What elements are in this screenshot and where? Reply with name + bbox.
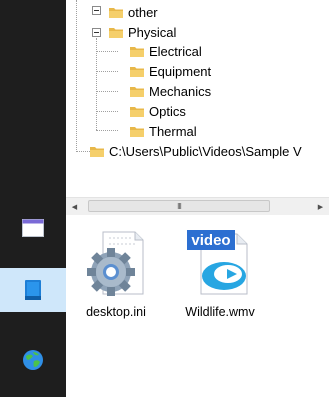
video-badge: video: [191, 232, 230, 249]
tree-item-physical[interactable]: Physical: [109, 22, 176, 42]
arrow-left-icon: ◀: [71, 203, 78, 211]
arrow-right-icon: ▶: [317, 203, 324, 211]
tree-item-mechanics[interactable]: Mechanics: [130, 81, 211, 101]
horizontal-scrollbar[interactable]: ◀ III ▶: [66, 197, 329, 215]
settings-file-icon: [87, 231, 144, 296]
video-file-icon: video: [187, 230, 248, 295]
tree-item-thermal[interactable]: Thermal: [130, 121, 197, 141]
scrollbar-thumb[interactable]: III: [88, 200, 270, 212]
taskbar-book-button[interactable]: [0, 268, 66, 312]
tree-guide-line: [96, 111, 118, 112]
tree-item-label: Mechanics: [149, 83, 212, 99]
tree-collapse-toggle[interactable]: [92, 6, 101, 15]
tree-item-other[interactable]: other: [109, 2, 158, 22]
folder-tree: other Physical Electrical Equipment Mech…: [66, 0, 329, 193]
tree-guide-line: [96, 91, 118, 92]
folder-icon: [130, 106, 144, 117]
scrollbar-grip: III: [177, 201, 182, 211]
tree-item-label: Electrical: [149, 43, 202, 59]
tree-item-equipment[interactable]: Equipment: [130, 61, 211, 81]
folder-icon: [130, 66, 144, 77]
tree-item-label: C:\Users\Public\Videos\Sample V: [109, 143, 302, 159]
file-item-wildlife-wmv[interactable]: video Wildlife.wmv: [174, 228, 266, 319]
tree-item-label: other: [128, 4, 158, 20]
tree-item-label: Physical: [128, 24, 177, 40]
tree-guide-line: [76, 0, 77, 152]
scroll-right-button[interactable]: ▶: [312, 198, 329, 215]
taskbar-browser-button[interactable]: [0, 338, 66, 382]
file-view: desktop.ini video Wildlife.wmv: [66, 216, 329, 397]
taskbar-window-button[interactable]: [0, 206, 66, 250]
tree-item-electrical[interactable]: Electrical: [130, 41, 202, 61]
folder-icon: [130, 126, 144, 137]
folder-icon: [90, 146, 104, 157]
scroll-left-button[interactable]: ◀: [66, 198, 83, 215]
tree-collapse-toggle[interactable]: [92, 28, 101, 37]
file-item-desktop-ini[interactable]: desktop.ini: [70, 228, 162, 319]
tree-item-label: Thermal: [149, 123, 197, 139]
book-icon: [25, 280, 41, 300]
folder-icon: [109, 7, 123, 18]
tree-guide-line: [76, 151, 90, 152]
window-icon: [22, 219, 44, 237]
tree-item-label: Equipment: [149, 63, 212, 79]
taskbar: [0, 0, 66, 397]
file-name: Wildlife.wmv: [185, 305, 255, 319]
tree-item-optics[interactable]: Optics: [130, 101, 186, 121]
tree-guide-line: [96, 51, 118, 52]
file-name: desktop.ini: [86, 305, 146, 319]
globe-icon: [23, 350, 43, 370]
tree-guide-line: [96, 71, 118, 72]
folder-icon: [109, 27, 123, 38]
tree-item-label: Optics: [149, 103, 186, 119]
folder-icon: [130, 46, 144, 57]
tree-guide-line: [96, 130, 118, 131]
tree-item-sample-videos[interactable]: C:\Users\Public\Videos\Sample V: [90, 141, 302, 161]
folder-icon: [130, 86, 144, 97]
